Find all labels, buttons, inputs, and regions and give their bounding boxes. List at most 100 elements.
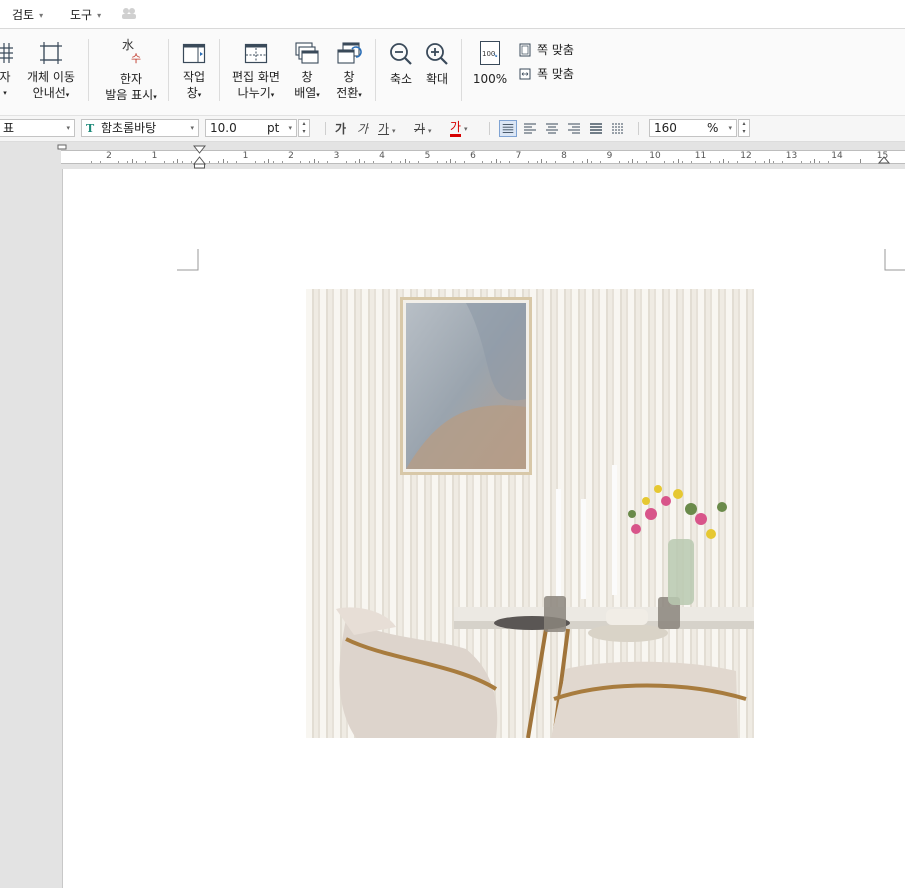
italic-button[interactable]: 가: [357, 120, 368, 137]
window-arrange-icon: [295, 42, 319, 64]
ruler-tick: [359, 159, 361, 163]
ruler-minor-tick: [809, 161, 811, 163]
font-select[interactable]: T 함초롬바탕 ▾: [81, 119, 199, 137]
window-arrange-button[interactable]: 창 배열▾: [290, 41, 324, 103]
ruler-number: 11: [694, 151, 707, 161]
align-right-icon[interactable]: [565, 120, 583, 137]
strikethrough-button[interactable]: 가 ▾: [414, 120, 432, 137]
ribbon-separator: [219, 39, 220, 101]
ruler-tick: [677, 159, 679, 163]
menu-tools[interactable]: 도구 ▾: [70, 6, 101, 23]
ruler-minor-tick: [664, 161, 666, 163]
ruler-tick: [177, 159, 179, 163]
underline-button[interactable]: 가 ▾: [378, 120, 396, 137]
align-center-icon[interactable]: [543, 120, 561, 137]
ruler-minor-tick: [263, 161, 265, 163]
ruler-minor-tick: [673, 161, 675, 163]
ruler-minor-tick: [727, 161, 729, 163]
zoom-in-button[interactable]: 확대: [420, 41, 454, 87]
ruler-minor-tick: [463, 161, 465, 163]
zoom-in-icon: [426, 43, 448, 65]
ruler-tick: [495, 159, 497, 163]
align-divide-icon[interactable]: [609, 120, 627, 137]
chevron-down-icon: ▾: [97, 11, 102, 20]
ruler-minor-tick: [327, 161, 329, 163]
ruler-minor-tick: [736, 161, 738, 163]
indent-marker-icon[interactable]: [193, 145, 206, 169]
left-margin-marker-icon[interactable]: [56, 144, 68, 152]
ruler-minor-tick: [209, 161, 211, 163]
ruler-minor-tick: [454, 161, 456, 163]
ruler-minor-tick: [573, 161, 575, 163]
ruler-number: 5: [424, 151, 431, 161]
ruler-minor-tick: [800, 161, 802, 163]
ruler-number: 14: [831, 151, 843, 161]
ruler-number: 4: [379, 151, 385, 161]
grid-button[interactable]: 자 ▾: [0, 41, 16, 101]
ruler-minor-tick: [281, 161, 283, 163]
ruler-minor-tick: [363, 161, 365, 163]
ruler-minor-tick: [90, 161, 92, 163]
ribbon-separator: [168, 39, 169, 101]
ruler-number: 1: [242, 151, 249, 161]
hanja-pronunciation-button[interactable]: 水 수 한자 발음 표시▾: [100, 39, 162, 105]
people-icon[interactable]: [121, 7, 137, 19]
text-color-button[interactable]: 가 ▾: [450, 120, 468, 137]
inserted-image[interactable]: [306, 289, 754, 738]
ruler-minor-tick: [527, 161, 529, 163]
ribbon-toolbar: 자 ▾ 개체 이동 안내선▾ 水 수 한자 발음 표시▾ 작업 창▾ 편집 화면…: [0, 29, 905, 116]
zoom-100-button[interactable]: 100 ↘ 100%: [470, 41, 510, 87]
ruler-minor-tick: [636, 161, 638, 163]
ruler-minor-tick: [400, 161, 402, 163]
ruler-minor-tick: [618, 161, 620, 163]
ribbon-separator: [375, 39, 376, 101]
fit-width-button[interactable]: 폭 맞춤: [519, 65, 574, 82]
align-justify-icon[interactable]: [499, 120, 517, 137]
right-indent-marker-icon[interactable]: [878, 155, 890, 164]
margin-corner-marker: [177, 249, 199, 271]
ruler-minor-tick: [500, 161, 502, 163]
format-separator: [638, 122, 639, 135]
ruler-minor-tick: [354, 161, 356, 163]
ruler-minor-tick: [827, 161, 829, 163]
align-distribute-icon[interactable]: [587, 120, 605, 137]
ruler-number: 8: [561, 151, 567, 161]
ruler-tick: [404, 159, 406, 163]
ruler-tick: [859, 159, 861, 163]
split-view-button[interactable]: 편집 화면 나누기▾: [228, 41, 284, 103]
font-type-icon: T: [86, 122, 95, 135]
line-spacing-spinner[interactable]: ▴ ▾: [738, 119, 750, 137]
zoom-out-button[interactable]: 축소: [384, 41, 418, 87]
ruler-tick: [313, 159, 315, 163]
chevron-down-icon: ▾: [39, 11, 44, 20]
chevron-down-icon: ▾: [392, 127, 396, 135]
align-left-icon[interactable]: [521, 120, 539, 137]
ruler-minor-tick: [682, 161, 684, 163]
ruler-minor-tick: [190, 161, 192, 163]
menu-review[interactable]: 검토 ▾: [12, 6, 43, 23]
fit-page-button[interactable]: 쪽 맞춤: [519, 41, 574, 58]
font-size-select[interactable]: 10.0 pt ▾: [205, 119, 297, 137]
fit-page-icon: [519, 43, 531, 57]
ruler-scale[interactable]: 2 1 1 2 3 4 5 6 7 8 9 10 11 12 13 14 15: [61, 150, 905, 164]
chevron-down-icon: ▾: [66, 124, 70, 132]
line-spacing-select[interactable]: 160 % ▾: [649, 119, 737, 137]
chevron-down-icon: ▾: [190, 124, 194, 132]
style-select[interactable]: 표 ▾: [0, 119, 75, 137]
window-switch-button[interactable]: 창 전환▾: [332, 41, 366, 103]
ruler-tick: [768, 159, 770, 163]
grid-icon: [0, 43, 13, 63]
ruler-minor-tick: [418, 161, 420, 163]
work-window-button[interactable]: 작업 창▾: [176, 41, 212, 103]
move-guide-button[interactable]: 개체 이동 안내선▾: [26, 41, 76, 103]
work-window-icon: [182, 43, 206, 64]
bold-button[interactable]: 가: [335, 120, 346, 137]
chevron-down-icon: ▾: [65, 91, 70, 99]
chevron-down-icon: ▾: [464, 125, 468, 133]
ruler-number: 10: [649, 151, 661, 161]
ruler-minor-tick: [627, 161, 629, 163]
ruler-number: 6: [470, 151, 476, 161]
window-switch-icon: [337, 42, 362, 64]
font-size-spinner[interactable]: ▴ ▾: [298, 119, 310, 137]
ruler-minor-tick: [318, 161, 320, 163]
